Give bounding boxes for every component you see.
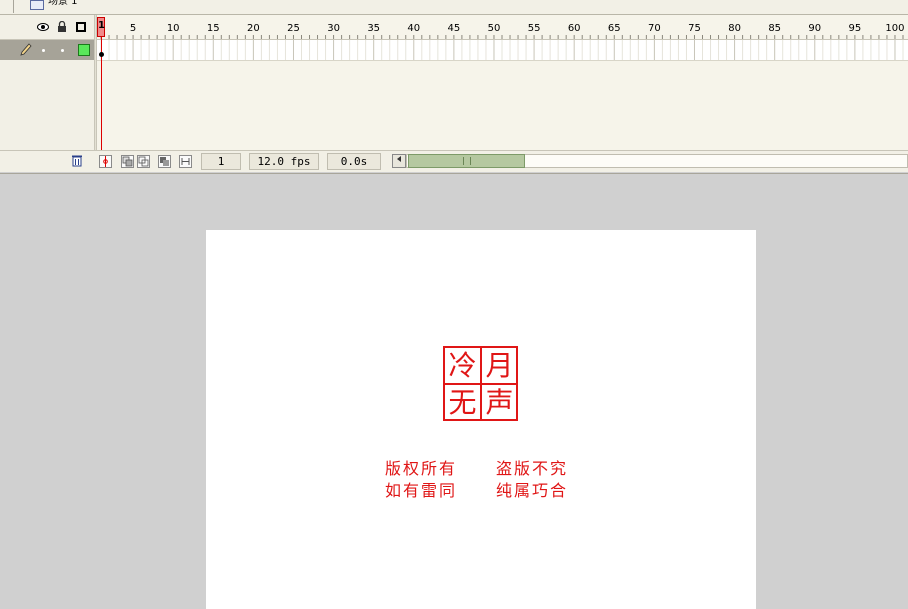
ruler-label: 100 [885,23,904,34]
scene-bar: 场景 1 [0,0,908,15]
layer-outline-color[interactable] [78,44,90,56]
onion-skin-button[interactable] [121,155,134,168]
playhead[interactable]: 1 [97,17,105,37]
ruler-label: 10 [167,23,180,34]
seal-char-bottom-left: 无 [448,386,477,419]
frame-rate-field[interactable]: 12.0 fps [249,153,319,170]
ruler-label: 35 [367,23,380,34]
notice-left-line-2: 如有雷同 [385,481,458,500]
ruler-label: 30 [327,23,340,34]
ruler-label: 60 [568,23,581,34]
playhead-frame-number: 1 [98,20,105,31]
ruler-label: 55 [528,23,541,34]
ruler-label: 95 [849,23,862,34]
seal-char-top-left: 冷 [448,349,477,382]
trash-icon[interactable] [71,154,85,168]
notice-left-line-1: 版权所有 [385,459,458,478]
seal-divider-horizontal [445,383,516,385]
ruler-label: 70 [648,23,661,34]
layer-header-row [0,15,94,40]
seal-char-bottom-right: 声 [485,386,514,419]
seal-char-top-right: 月 [485,349,514,382]
layer-frames[interactable] [97,40,908,61]
lock-icon[interactable] [56,21,68,33]
outline-icon[interactable] [76,22,86,32]
center-frame-button[interactable] [99,155,112,168]
ruler-label: 85 [768,23,781,34]
onion-skin-outlines-button[interactable] [137,155,150,168]
eye-icon[interactable] [37,21,49,33]
seal-stamp: 冷 月 无 声 [443,346,518,421]
ruler-label: 90 [808,23,821,34]
layer-row[interactable] [0,40,94,60]
scrollbar-grip-icon [463,157,471,165]
layer-lock-dot[interactable] [61,49,64,52]
frames-empty-area [97,61,908,150]
pencil-icon [20,43,32,56]
elapsed-time-field: 0.0s [327,153,381,170]
edit-multiple-frames-button[interactable] [158,155,171,168]
ruler-label: 15 [207,23,220,34]
notice-right-line-2: 纯属巧合 [496,481,569,500]
scene-icon[interactable] [30,0,44,10]
layer-visible-dot[interactable] [42,49,45,52]
work-area: 冷 月 无 声 版权所有 如有雷同 盗版不究 纯属巧合 [0,173,908,609]
modify-onion-markers-button[interactable] [179,155,192,168]
timeline-status-bar: 1 12.0 fps 0.0s [0,150,908,172]
scene-bar-separator [13,0,14,13]
ruler-label: 50 [488,23,501,34]
frame-cells [100,40,904,60]
ruler-label: 75 [688,23,701,34]
layer-panel [0,15,94,172]
ruler-label: 80 [728,23,741,34]
ruler-ticks: 5 10 15 20 25 30 35 40 45 50 55 60 65 70 75 80 85 90 95 100 [100,23,905,39]
scroll-left-arrow-icon[interactable] [392,154,406,168]
timeline-scrollbar-thumb[interactable] [408,154,525,168]
ruler-label: 45 [448,23,461,34]
ruler-label: 40 [407,23,420,34]
keyframe-dot[interactable] [99,52,104,57]
ruler-label: 5 [130,23,136,34]
stage[interactable]: 冷 月 无 声 版权所有 如有雷同 盗版不究 纯属巧合 [206,230,756,609]
frame-ruler[interactable]: 5 10 15 20 25 30 35 40 45 50 55 60 65 70 75 80 85 90 95 100 [97,15,908,40]
ruler-label: 65 [608,23,621,34]
ruler-label: 20 [247,23,260,34]
scene-label[interactable]: 场景 1 [48,0,78,8]
ruler-label: 25 [287,23,300,34]
notice-right-line-1: 盗版不究 [496,459,569,478]
timeline-panel: 5 10 15 20 25 30 35 40 45 50 55 60 65 70 75 80 85 90 95 100… [0,15,908,172]
current-frame-field: 1 [201,153,241,170]
